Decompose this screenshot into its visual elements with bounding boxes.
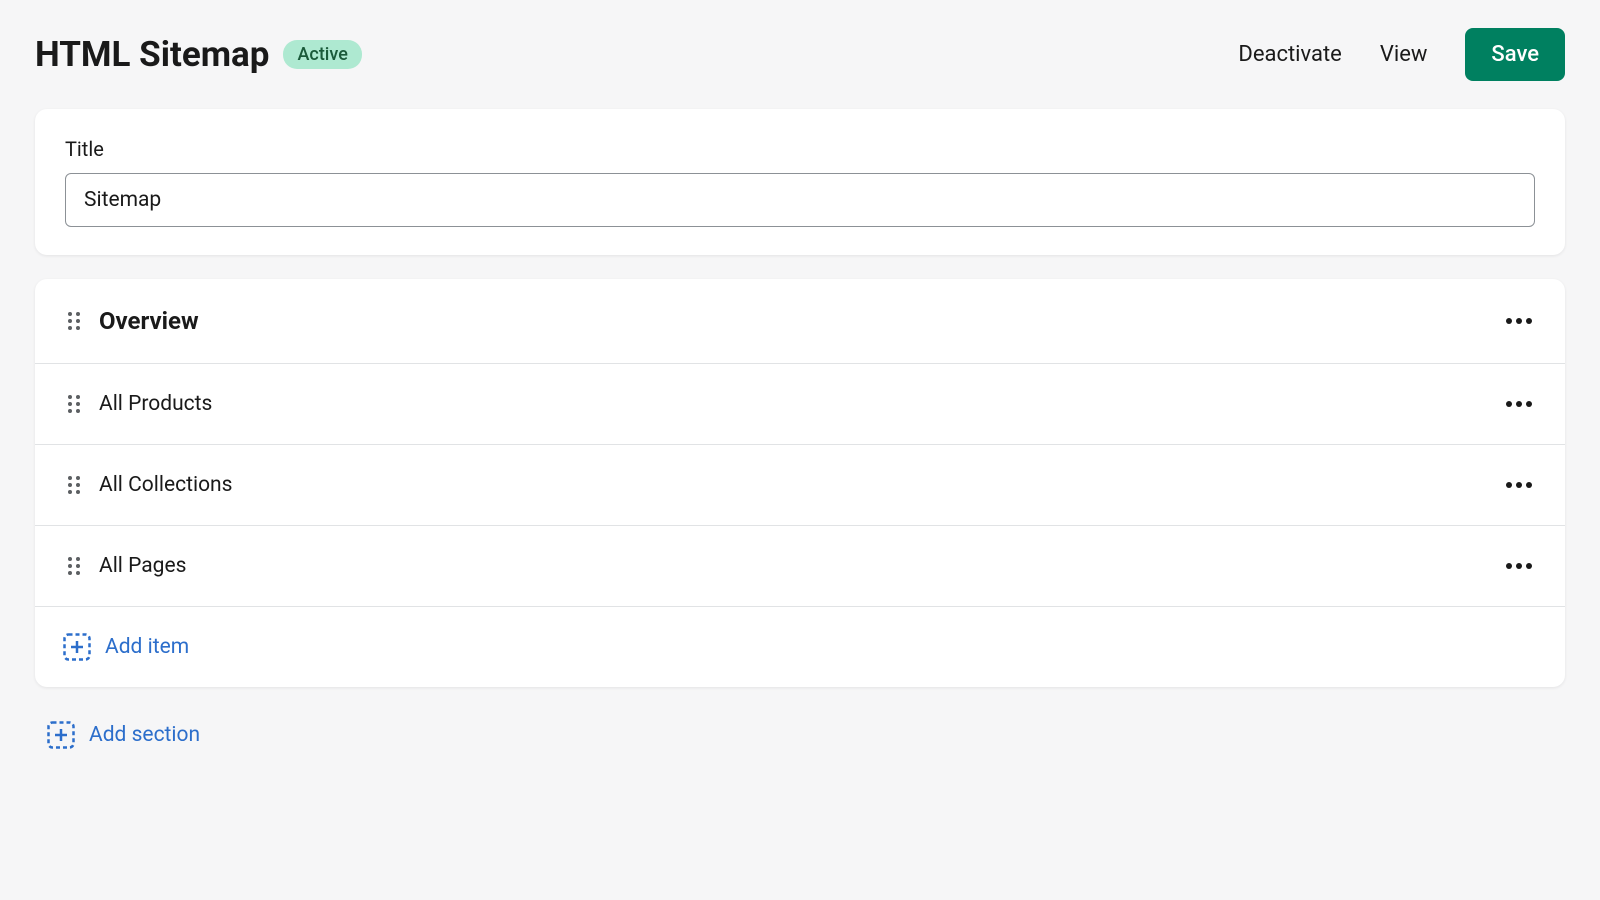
view-button[interactable]: View [1380,42,1428,67]
drag-handle-icon[interactable] [67,394,81,414]
title-input[interactable] [65,173,1535,227]
drag-handle-icon[interactable] [67,475,81,495]
item-label: All Collections [99,473,1505,497]
add-dashed-icon [63,633,91,661]
section-header: Overview [35,279,1565,364]
header-left: HTML Sitemap Active [35,34,362,75]
more-menu-icon[interactable] [1505,481,1533,489]
deactivate-button[interactable]: Deactivate [1238,42,1341,67]
header-actions: Deactivate View Save [1238,28,1565,81]
title-card: Title [35,109,1565,255]
more-menu-icon[interactable] [1505,400,1533,408]
section-title: Overview [99,307,1505,335]
section-card: Overview All Products [35,279,1565,687]
drag-handle-icon[interactable] [67,311,81,331]
page-header: HTML Sitemap Active Deactivate View Save [35,28,1565,81]
list-item: All Collections [35,445,1565,526]
add-section-button[interactable]: Add section [35,711,1565,759]
status-badge: Active [283,40,361,69]
save-button[interactable]: Save [1465,28,1565,81]
page-title: HTML Sitemap [35,34,269,75]
add-section-label: Add section [89,723,200,747]
add-item-label: Add item [105,635,189,659]
list-item: All Products [35,364,1565,445]
more-menu-icon[interactable] [1505,562,1533,570]
list-item: All Pages [35,526,1565,607]
add-item-button[interactable]: Add item [35,607,1565,687]
add-dashed-icon [47,721,75,749]
drag-handle-icon[interactable] [67,556,81,576]
title-field-label: Title [65,137,1535,161]
item-label: All Pages [99,554,1505,578]
item-label: All Products [99,392,1505,416]
more-menu-icon[interactable] [1505,317,1533,325]
